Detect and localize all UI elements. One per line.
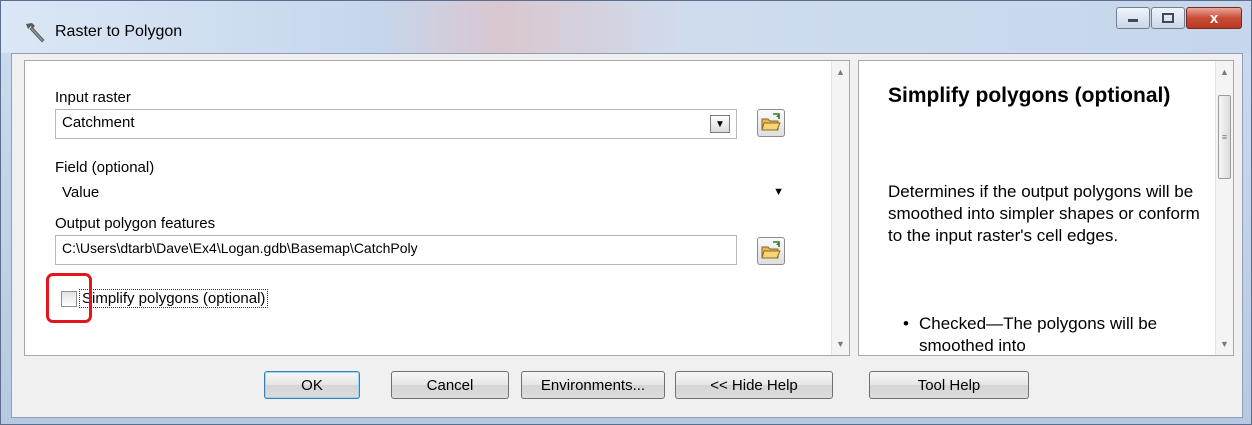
help-bullet-item: • Checked—The polygons will be smoothed … <box>903 313 1199 355</box>
maximize-icon <box>1162 13 1174 23</box>
minimize-icon <box>1128 19 1138 22</box>
output-features-browse-button[interactable] <box>757 237 785 265</box>
input-raster-dropdown-button[interactable]: ▼ <box>710 115 730 133</box>
minimize-button[interactable] <box>1116 7 1150 29</box>
scroll-thumb[interactable]: ≡ <box>1218 95 1231 179</box>
hammer-icon <box>26 23 45 43</box>
open-folder-icon <box>761 113 781 131</box>
output-features-label: Output polygon features <box>55 215 216 232</box>
field-select[interactable]: Value ▼ <box>55 179 793 207</box>
field-label: Field (optional) <box>55 159 155 176</box>
scroll-down-icon[interactable]: ▼ <box>832 339 849 349</box>
chevron-down-icon: ▼ <box>773 186 784 198</box>
bullet-icon: • <box>903 314 909 333</box>
input-raster-combo[interactable]: Catchment ▼ <box>55 109 737 139</box>
scroll-down-icon[interactable]: ▼ <box>1216 339 1233 349</box>
hide-help-button[interactable]: << Hide Help <box>675 371 833 399</box>
output-features-input[interactable]: C:\Users\dtarb\Dave\Ex4\Logan.gdb\Basema… <box>55 235 737 265</box>
open-folder-icon <box>761 241 781 259</box>
window-title: Raster to Polygon <box>55 23 183 40</box>
field-value: Value <box>62 184 100 201</box>
parameters-pane: Input raster Catchment ▼ Field (optional… <box>24 60 850 356</box>
ok-button[interactable]: OK <box>264 371 360 399</box>
dialog-client-area: Input raster Catchment ▼ Field (optional… <box>11 53 1243 418</box>
red-highlight-box <box>46 273 92 323</box>
close-button[interactable]: x <box>1186 7 1242 29</box>
help-pane: Simplify polygons (optional) Determines … <box>858 60 1234 356</box>
input-raster-label: Input raster <box>55 89 131 106</box>
tool-dialog-window: Raster to Polygon x Input raster Catchme… <box>0 0 1252 425</box>
maximize-button[interactable] <box>1151 7 1185 29</box>
chevron-down-icon: ▼ <box>715 118 725 130</box>
title-bar[interactable]: Raster to Polygon x <box>1 1 1251 53</box>
scroll-up-icon[interactable]: ▲ <box>832 67 849 77</box>
input-raster-value: Catchment <box>62 114 135 131</box>
input-raster-browse-button[interactable] <box>757 109 785 137</box>
help-scrollbar[interactable]: ▲ ≡ ▼ <box>1215 61 1233 355</box>
close-icon: x <box>1209 9 1219 27</box>
environments-button[interactable]: Environments... <box>521 371 665 399</box>
simplify-polygons-label[interactable]: Simplify polygons (optional) <box>79 289 269 308</box>
parameters-scrollbar[interactable]: ▲ ▼ <box>831 61 849 355</box>
help-description: Determines if the output polygons will b… <box>888 182 1200 245</box>
scroll-up-icon[interactable]: ▲ <box>1216 67 1233 77</box>
help-title: Simplify polygons (optional) <box>888 84 1171 107</box>
tool-help-button[interactable]: Tool Help <box>869 371 1029 399</box>
help-bullet-text: Checked—The polygons will be smoothed in… <box>919 314 1158 355</box>
cancel-button[interactable]: Cancel <box>391 371 509 399</box>
